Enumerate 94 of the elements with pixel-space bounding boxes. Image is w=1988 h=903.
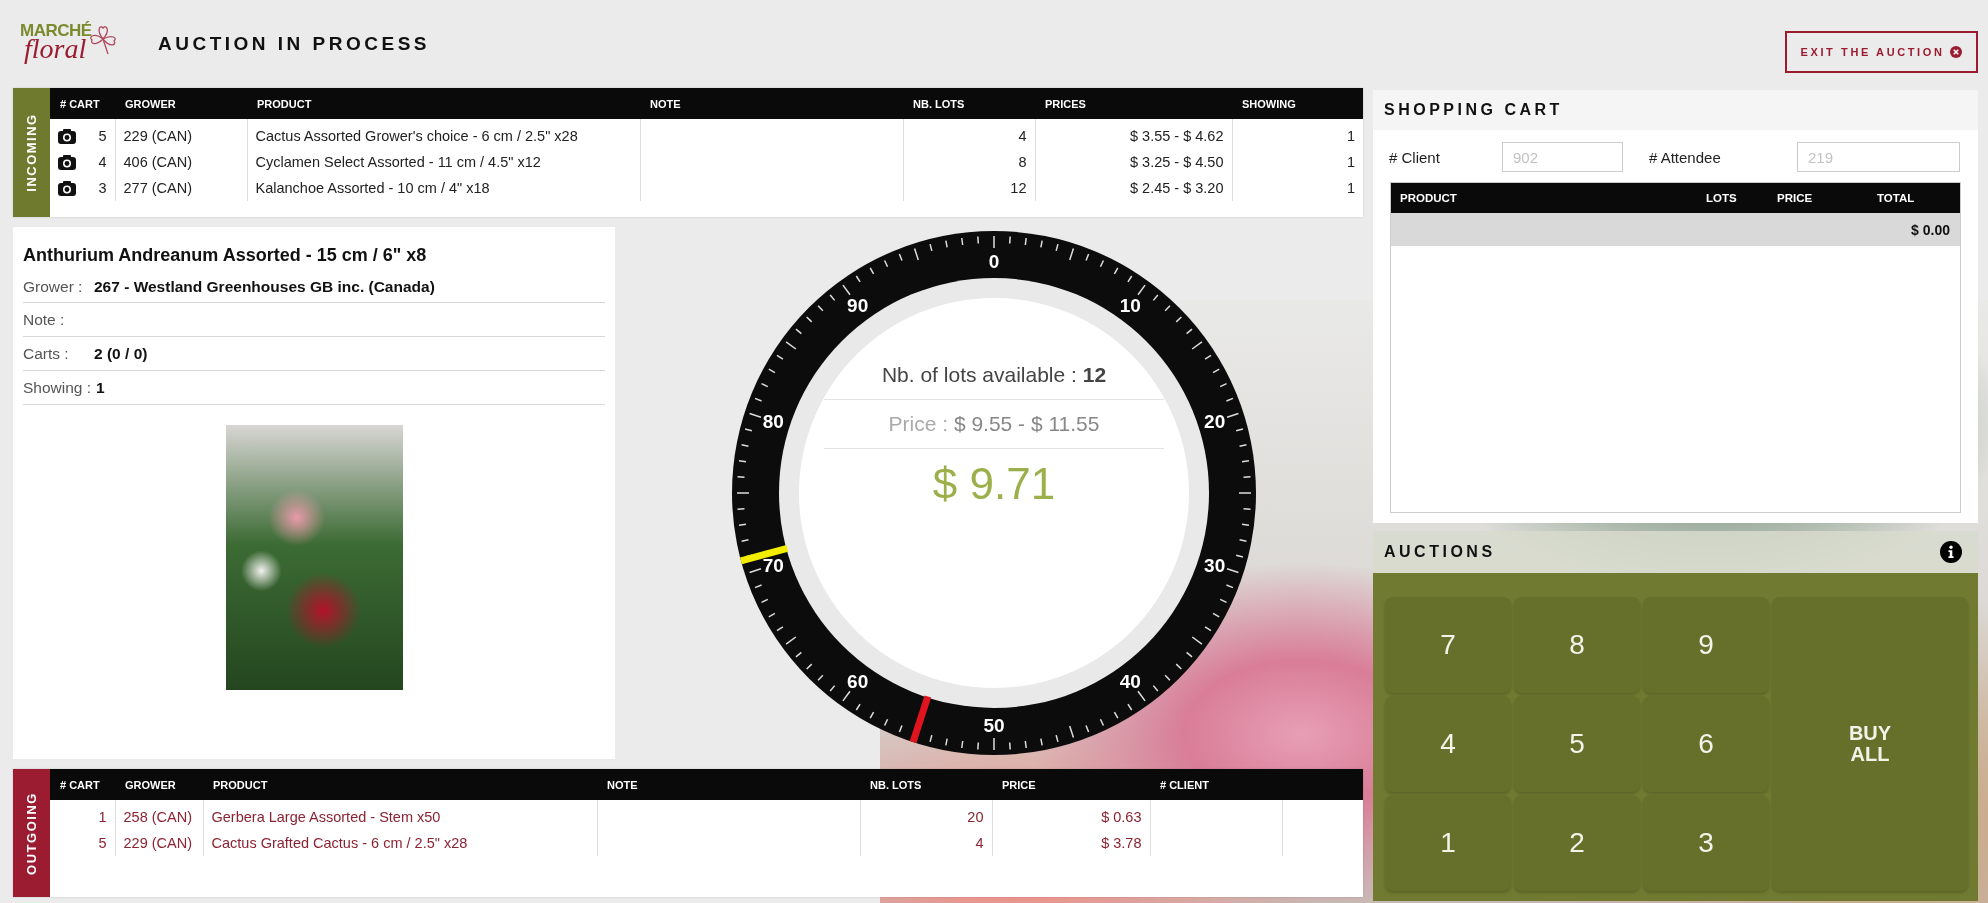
price-label: Price : — [888, 412, 949, 435]
keypad-key[interactable]: 6 — [1643, 696, 1769, 792]
column-header: # CLIENT — [1150, 769, 1282, 800]
column-header: LOTS — [1706, 192, 1738, 204]
field-value: 1 — [96, 378, 105, 397]
keypad-key[interactable]: 2 — [1514, 795, 1640, 891]
table-cell: Kalanchoe Assorted - 10 cm / 4" x18 — [247, 175, 640, 201]
section-title: SHOPPING CART — [1373, 90, 1978, 130]
keypad-key[interactable]: 3 — [1643, 795, 1769, 891]
table-cell: 1 — [50, 800, 115, 830]
column-header: PRICE — [992, 769, 1150, 800]
column-header: PRODUCT — [203, 769, 597, 800]
table-cell: 229 (CAN) — [115, 830, 203, 856]
camera-icon[interactable] — [58, 180, 76, 196]
dial-number: 10 — [1119, 295, 1141, 317]
field-label: Showing : — [23, 378, 92, 397]
table-cell: 4 — [903, 119, 1035, 149]
table-cell: 5 — [50, 830, 115, 856]
column-header: PRODUCT — [247, 88, 640, 119]
column-header: NB. LOTS — [860, 769, 992, 800]
table-cell: 8 — [903, 149, 1035, 175]
lots-available-text: Nb. of lots available : 12 — [824, 363, 1164, 400]
column-header: # CART — [50, 88, 115, 119]
dial-number: 20 — [1204, 411, 1226, 433]
table-cell: Cactus Assorted Grower's choice - 6 cm / 2.5" x28 — [247, 119, 640, 149]
column-header: SHOWING — [1232, 88, 1363, 119]
camera-icon[interactable] — [58, 154, 76, 170]
exit-auction-button[interactable]: EXIT THE AUCTION — [1785, 31, 1978, 73]
field-label: Note : — [23, 310, 65, 329]
table-cell: 1 — [1232, 175, 1363, 201]
product-title: Anthurium Andreanum Assorted - 15 cm / 6" x8 — [23, 245, 428, 266]
table-cell: 406 (CAN) — [115, 149, 247, 175]
dial-number: 40 — [1119, 670, 1141, 692]
table-cell: $ 3.55 - $ 4.62 — [1035, 119, 1232, 149]
info-icon[interactable] — [1940, 541, 1962, 563]
field-value: 267 - Westland Greenhouses GB inc. (Canada) — [94, 278, 435, 296]
camera-icon[interactable] — [58, 128, 76, 144]
table-cell: Cyclamen Select Assorted - 11 cm / 4.5" x12 — [247, 149, 640, 175]
table-cell: 4 — [860, 830, 992, 856]
table-cell: $ 3.78 — [992, 830, 1150, 856]
table-cell: 1 — [1232, 119, 1363, 149]
keypad-key[interactable]: 4 — [1385, 696, 1511, 792]
column-header: PRICES — [1035, 88, 1232, 119]
table-cell: Cactus Grafted Cactus - 6 cm / 2.5" x28 — [203, 830, 597, 856]
table-cell: $ 0.63 — [992, 800, 1150, 830]
field-value: 2 (0 / 0) — [94, 344, 148, 363]
page-title: AUCTION IN PROCESS — [158, 33, 431, 55]
column-header: # CART — [50, 769, 115, 800]
column-header: NOTE — [597, 769, 860, 800]
table-cell: 229 (CAN) — [115, 119, 247, 149]
keypad-key[interactable]: 9 — [1643, 597, 1769, 693]
column-header: GROWER — [115, 769, 203, 800]
keypad-key[interactable]: 8 — [1514, 597, 1640, 693]
column-header: NB. LOTS — [903, 88, 1035, 119]
field-label: Carts : — [23, 344, 70, 363]
dial-number: 60 — [847, 670, 869, 692]
table-cell: 12 — [903, 175, 1035, 201]
column-header: NOTE — [640, 88, 903, 119]
table-cell: 5 — [98, 128, 107, 144]
table-cell: 258 (CAN) — [115, 800, 203, 830]
buy-all-button[interactable]: BUY ALL — [1772, 597, 1968, 891]
field-label: # Attendee — [1648, 148, 1722, 166]
field-label: Grower : — [23, 278, 84, 296]
current-price: $ 9.71 — [932, 459, 1056, 509]
column-header: TOTAL — [1877, 192, 1915, 204]
price-range: $ 9.55 - $ 11.55 — [953, 412, 1100, 435]
table-cell: Gerbera Large Assorted - Stem x50 — [203, 800, 597, 830]
dial-number: 30 — [1204, 554, 1226, 576]
dial-marker — [909, 695, 932, 744]
dial-number: 80 — [762, 411, 784, 433]
dial-number: 90 — [847, 295, 869, 317]
section-title: AUCTIONS — [1384, 543, 1496, 561]
total-amount: $ 0.00 — [1911, 221, 1950, 238]
input-field[interactable]: 219 — [1797, 142, 1960, 172]
close-icon — [1950, 46, 1963, 58]
keypad-key[interactable]: 7 — [1385, 597, 1511, 693]
field-label: # Client — [1389, 148, 1441, 166]
table-cell: 277 (CAN) — [115, 175, 247, 201]
table-cell: 20 — [860, 800, 992, 830]
input-field[interactable]: 902 — [1502, 142, 1623, 172]
keypad-key[interactable]: 1 — [1385, 795, 1511, 891]
column-header: PRODUCT — [1399, 192, 1458, 204]
keypad-key[interactable]: 5 — [1514, 696, 1640, 792]
logo-text: MARCHÉ — [20, 21, 92, 39]
dial-number: 50 — [983, 715, 1005, 736]
table-cell: $ 3.25 - $ 4.50 — [1035, 149, 1232, 175]
table-cell: 3 — [98, 180, 107, 196]
table-cell: $ 2.45 - $ 3.20 — [1035, 175, 1232, 201]
table-cell: 4 — [98, 154, 107, 170]
column-header: PRICE — [1777, 192, 1814, 204]
dial-number: 0 — [988, 251, 1000, 272]
table-cell: 1 — [1232, 149, 1363, 175]
dial-number: 70 — [762, 554, 784, 576]
column-header: GROWER — [115, 88, 247, 119]
